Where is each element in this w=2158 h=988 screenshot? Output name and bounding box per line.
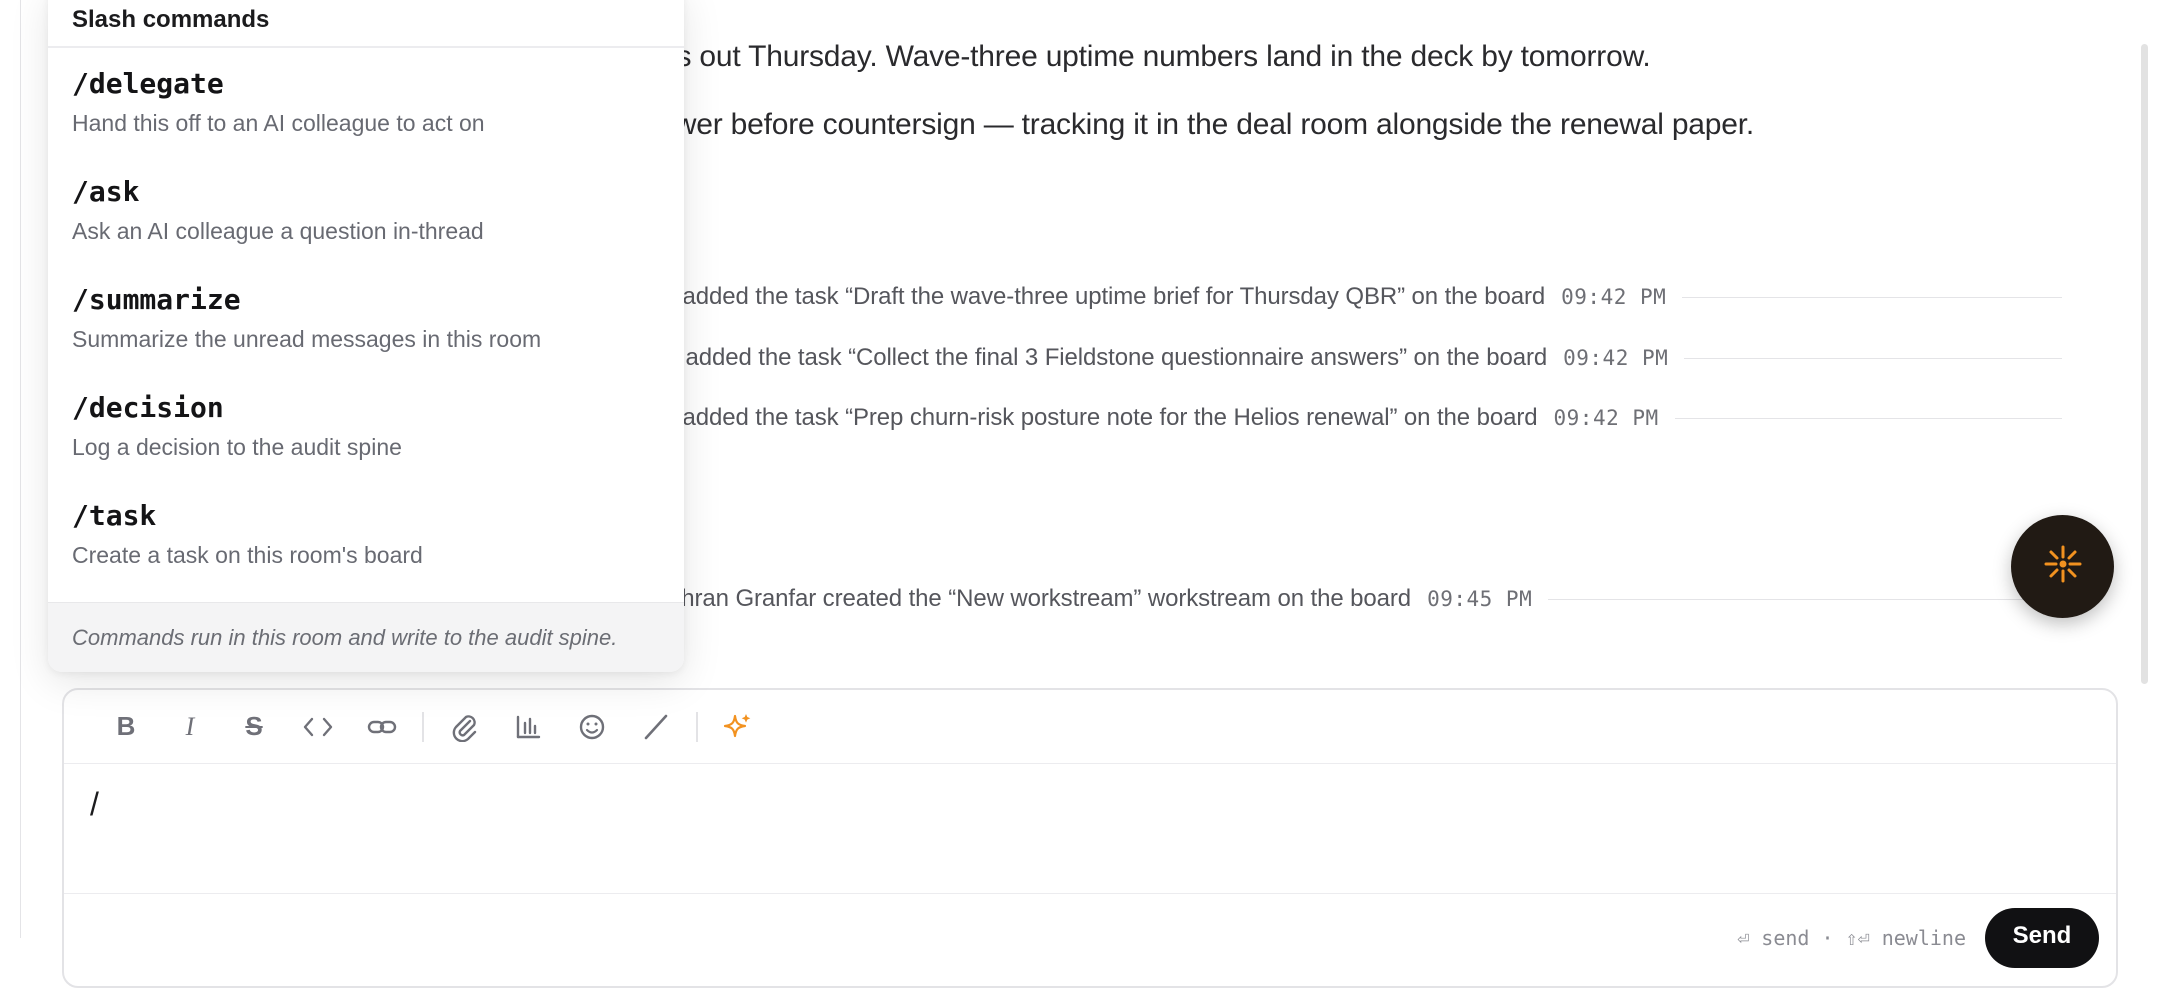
command-item-summarize[interactable]: /summarize Summarize the unread messages… xyxy=(48,264,684,372)
send-button[interactable]: Send xyxy=(1985,908,2099,968)
system-event-row: ehran Granfar created the “New workstrea… xyxy=(668,579,2118,619)
command-item-delegate[interactable]: /delegate Hand this off to an AI colleag… xyxy=(48,48,684,156)
system-event-row: r added the task “Draft the wave-three u… xyxy=(668,277,2118,317)
attachment-icon[interactable] xyxy=(432,703,496,751)
slash-menu-title: Slash commands xyxy=(72,6,270,33)
composer-toolbar: B I S xyxy=(64,690,2116,764)
command-description: Ask an AI colleague a question in-thread xyxy=(72,218,484,244)
system-event-text: r added the task “Draft the wave-three u… xyxy=(668,283,1546,310)
command-item-task[interactable]: /task Create a task on this room's board xyxy=(48,480,684,588)
sparkle-burst-icon xyxy=(2043,544,2083,589)
command-name: /delegate xyxy=(72,67,224,100)
command-description: Hand this off to an AI colleague to act … xyxy=(72,110,485,136)
event-timestamp: 09:42 PM xyxy=(1563,346,1669,370)
command-description: Summarize the unread messages in this ro… xyxy=(72,326,542,352)
divider xyxy=(1548,598,2062,600)
system-event-row: r added the task “Collect the final 3 Fi… xyxy=(671,338,2118,378)
strikethrough-icon[interactable]: S xyxy=(222,703,286,751)
event-timestamp: 09:42 PM xyxy=(1553,406,1659,430)
left-divider xyxy=(20,0,21,938)
message-text: es out Thursday. Wave-three uptime numbe… xyxy=(660,40,1651,73)
scrollbar[interactable] xyxy=(2141,44,2148,684)
event-timestamp: 09:45 PM xyxy=(1427,587,1533,611)
slash-command-menu: Slash commands /delegate Hand this off t… xyxy=(48,0,684,672)
bold-icon[interactable]: B xyxy=(94,703,158,751)
system-event-text: r added the task “Collect the final 3 Fi… xyxy=(671,344,1548,371)
slash-menu-footer-text: Commands run in this room and write to t… xyxy=(72,624,618,650)
system-event-text: ehran Granfar created the “New workstrea… xyxy=(668,585,1412,612)
toolbar-separator xyxy=(422,711,424,742)
divider xyxy=(1682,296,2062,298)
message-input[interactable]: / xyxy=(90,786,99,822)
message-editor[interactable]: / xyxy=(64,764,2116,894)
keyboard-hint: ⏎ send · ⇧⏎ newline xyxy=(1737,926,1966,950)
divider xyxy=(1674,417,2062,419)
command-name: /decision xyxy=(72,391,224,424)
event-timestamp: 09:42 PM xyxy=(1561,285,1667,309)
message-composer: B I S / ⏎ send · ⇧⏎ newline Send xyxy=(62,688,2118,988)
command-item-decision[interactable]: /decision Log a decision to the audit sp… xyxy=(48,372,684,480)
command-name: /ask xyxy=(72,175,140,208)
link-icon[interactable] xyxy=(350,703,414,751)
divider xyxy=(1684,357,2062,359)
ai-assistant-button[interactable] xyxy=(2011,515,2114,618)
command-name: /summarize xyxy=(72,283,241,316)
emoji-icon[interactable] xyxy=(560,703,624,751)
italic-icon[interactable]: I xyxy=(158,703,222,751)
system-event-text: r added the task “Prep churn-risk postur… xyxy=(668,404,1538,431)
slash-menu-footer: Commands run in this room and write to t… xyxy=(48,602,684,672)
slash-menu-header: Slash commands xyxy=(48,0,684,48)
command-name: /task xyxy=(72,499,157,532)
command-description: Log a decision to the audit spine xyxy=(72,434,402,460)
ai-sparkle-icon[interactable] xyxy=(706,703,770,751)
toolbar-separator xyxy=(696,711,698,742)
command-item-ask[interactable]: /ask Ask an AI colleague a question in-t… xyxy=(48,156,684,264)
code-icon[interactable] xyxy=(286,703,350,751)
chart-icon[interactable] xyxy=(496,703,560,751)
command-description: Create a task on this room's board xyxy=(72,542,423,568)
system-event-row: r added the task “Prep churn-risk postur… xyxy=(668,398,2118,438)
slash-icon[interactable] xyxy=(624,703,688,751)
message-text: swer before countersign — tracking it in… xyxy=(660,108,1755,141)
